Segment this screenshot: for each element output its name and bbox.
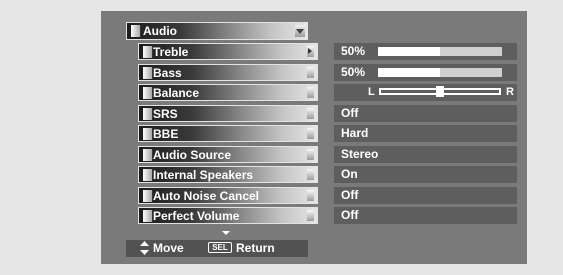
up-down-arrow-icon <box>140 241 149 255</box>
value-text: Off <box>341 188 359 202</box>
sel-key-icon: SEL <box>208 242 232 253</box>
endcap-icon <box>307 169 314 180</box>
menu-item-tab-icon <box>143 169 153 181</box>
menu-item-audio-source[interactable]: Audio Source <box>138 146 318 163</box>
menu-item-perfect-volume[interactable]: Perfect Volume <box>138 207 318 224</box>
menu-item-label: Treble <box>153 45 189 59</box>
menu-item-treble[interactable]: Treble <box>138 43 318 60</box>
value-text: Hard <box>341 126 369 140</box>
balance-right-label: R <box>506 86 514 98</box>
right-arrow-icon <box>307 46 314 57</box>
menu-item-tab-icon <box>143 210 153 222</box>
menu-item-label: Balance <box>153 86 200 100</box>
menu-tab-icon <box>131 25 141 37</box>
level-bar[interactable] <box>378 68 502 77</box>
value-bass[interactable]: 50% <box>334 64 517 81</box>
menu-item-bbe[interactable]: BBE <box>138 125 318 142</box>
menu-item-internal-speakers[interactable]: Internal Speakers <box>138 166 318 183</box>
value-treble[interactable]: 50% <box>334 43 517 60</box>
menu-item-label: Audio Source <box>153 148 232 162</box>
endcap-icon <box>307 87 314 98</box>
value-text: On <box>341 167 358 181</box>
move-hint: Move <box>153 241 184 255</box>
menu-item-label: Perfect Volume <box>153 209 240 223</box>
endcap-icon <box>307 210 314 221</box>
return-hint: Return <box>236 241 275 255</box>
endcap-icon <box>307 108 314 119</box>
menu-item-tab-icon <box>143 46 153 58</box>
level-bar-fill <box>378 47 440 56</box>
menu-item-auto-noise-cancel[interactable]: Auto Noise Cancel <box>138 187 318 204</box>
footer-bar: Move SEL Return <box>126 240 308 257</box>
value-text: Off <box>341 106 359 120</box>
menu-header[interactable]: Audio <box>126 22 308 40</box>
menu-title: Audio <box>143 24 177 38</box>
value-text: 50% <box>341 44 366 58</box>
menu-item-tab-icon <box>143 87 153 99</box>
balance-left-label: L <box>368 86 375 98</box>
endcap-icon <box>307 128 314 139</box>
endcap-icon <box>307 149 314 160</box>
audio-menu-panel: Audio Treble 50% Bass 50% Balance L R SRS Off BBE… <box>101 11 527 264</box>
value-text: Off <box>341 208 359 222</box>
level-bar-fill <box>378 68 440 77</box>
menu-item-tab-icon <box>143 128 153 140</box>
menu-item-label: Internal Speakers <box>153 168 254 182</box>
menu-item-tab-icon <box>143 149 153 161</box>
scroll-down-indicator-icon <box>222 231 230 235</box>
value-text: Stereo <box>341 147 379 161</box>
menu-item-tab-icon <box>143 190 153 202</box>
value-balance[interactable]: LR <box>334 84 517 101</box>
menu-item-label: Auto Noise Cancel <box>153 189 260 203</box>
menu-item-balance[interactable]: Balance <box>138 84 318 101</box>
value-audio-source[interactable]: Stereo <box>334 146 517 163</box>
value-srs[interactable]: Off <box>334 105 517 122</box>
menu-item-bass[interactable]: Bass <box>138 64 318 81</box>
value-auto-noise-cancel[interactable]: Off <box>334 187 517 204</box>
endcap-icon <box>307 67 314 78</box>
menu-item-tab-icon <box>143 108 153 120</box>
value-text: 50% <box>341 65 366 79</box>
menu-item-label: Bass <box>153 66 182 80</box>
value-bbe[interactable]: Hard <box>334 125 517 142</box>
menu-item-tab-icon <box>143 67 153 79</box>
level-bar[interactable] <box>378 47 502 56</box>
value-perfect-volume[interactable]: Off <box>334 207 517 224</box>
endcap-icon <box>307 190 314 201</box>
menu-item-label: SRS <box>153 107 178 121</box>
dropdown-arrow-icon[interactable] <box>295 25 305 37</box>
balance-slider-knob[interactable] <box>436 86 444 97</box>
menu-item-srs[interactable]: SRS <box>138 105 318 122</box>
value-internal-speakers[interactable]: On <box>334 166 517 183</box>
menu-item-label: BBE <box>153 127 179 141</box>
